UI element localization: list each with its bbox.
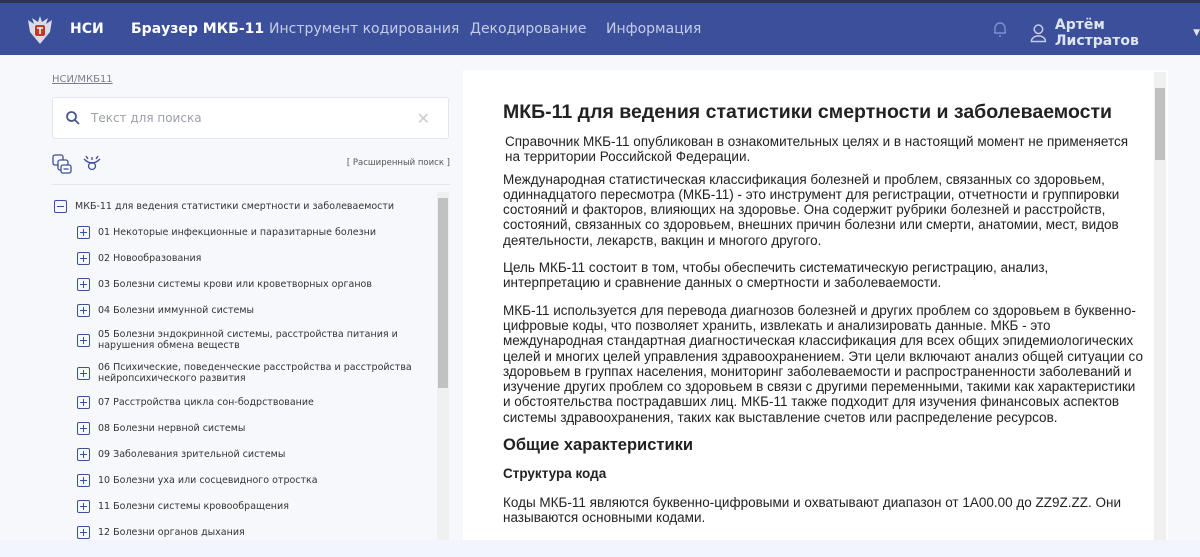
expand-icon[interactable]	[77, 500, 90, 513]
tree-toolbar: [ Расширенный поиск ]	[52, 152, 450, 174]
tree-label: 08 Болезни нервной системы	[98, 423, 246, 434]
nav-decoding[interactable]: Декодирование	[470, 3, 587, 55]
tree-item[interactable]: 05 Болезни эндокринной системы, расстрой…	[77, 329, 417, 351]
search-placeholder: Текст для поиска	[91, 111, 202, 125]
coat-of-arms-logo[interactable]	[26, 14, 54, 46]
tree-item[interactable]: 07 Расстройства цикла сон-бодрствование	[77, 396, 314, 409]
tree-item[interactable]: 09 Заболевания зрительной системы	[77, 448, 285, 461]
search-icon	[66, 111, 80, 125]
tree-label: 02 Новообразования	[98, 253, 202, 264]
tree-label: 10 Болезни уха или сосцевидного отростка	[98, 475, 318, 486]
expand-icon[interactable]	[77, 278, 90, 291]
tree-label: 04 Болезни иммунной системы	[98, 305, 255, 316]
tree-scrollbar[interactable]	[437, 192, 449, 540]
user-menu[interactable]: Артём Листратов ▼	[1030, 17, 1200, 49]
breadcrumb[interactable]: НСИ/МКБ11	[52, 74, 113, 85]
tree-item[interactable]: 12 Болезни органов дыхания	[77, 526, 245, 539]
icd-tree: МКБ-11 для ведения статистики смертности…	[52, 192, 450, 540]
search-input[interactable]: Текст для поиска ✕	[52, 97, 449, 139]
tree-label: 06 Психические, поведенческие расстройст…	[98, 362, 412, 384]
paragraph: Цель МКБ-11 состоит в том, чтобы обеспеч…	[503, 260, 1049, 291]
tree-item[interactable]: 01 Некоторые инфекционные и паразитарные…	[77, 226, 376, 239]
collapse-icon[interactable]	[54, 200, 67, 213]
page-title: МКБ-11 для ведения статистики смертности…	[503, 101, 1112, 123]
bell-icon[interactable]	[990, 19, 1010, 39]
tree-label: 05 Болезни эндокринной системы, расстрой…	[98, 329, 398, 351]
tree-label: 01 Некоторые инфекционные и паразитарные…	[98, 227, 377, 238]
footer	[0, 540, 1200, 557]
expand-icon[interactable]	[77, 366, 90, 380]
divider	[52, 184, 450, 185]
content-panel: МКБ-11 для ведения статистики смертности…	[463, 70, 1168, 540]
tree-label: 12 Болезни органов дыхания	[98, 527, 245, 538]
nav-information[interactable]: Информация	[606, 3, 701, 55]
tree-item[interactable]: 11 Болезни системы кровообращения	[77, 500, 289, 513]
scrollbar-thumb[interactable]	[1155, 88, 1165, 160]
expand-icon[interactable]	[77, 422, 90, 435]
expand-icon[interactable]	[77, 252, 90, 265]
tree-root[interactable]: МКБ-11 для ведения статистики смертности…	[54, 200, 394, 213]
chevron-down-icon: ▼	[1193, 28, 1200, 38]
disclaimer-text: Справочник МКБ-11 опубликован в ознакоми…	[505, 134, 1129, 165]
paragraph: МКБ-11 используется для перевода диагноз…	[503, 302, 1143, 425]
tree-label: 07 Расстройства цикла сон-бодрствование	[98, 397, 314, 408]
top-navbar: НСИ Браузер МКБ-11 Инструмент кодировани…	[0, 3, 1200, 55]
paragraph: Коды МКБ-11 являются буквенно-цифровыми …	[503, 495, 1122, 526]
section-heading: Общие характеристики	[503, 436, 693, 455]
clear-icon[interactable]: ✕	[417, 109, 430, 128]
tree-item[interactable]: 10 Болезни уха или сосцевидного отростка	[77, 474, 318, 487]
tree-label: 11 Болезни системы кровообращения	[98, 501, 289, 512]
collapse-all-icon[interactable]	[52, 154, 72, 174]
tree-label: 03 Болезни системы крови или кроветворны…	[98, 279, 372, 290]
subsection-heading: Структура кода	[503, 466, 607, 482]
tree-label: 09 Заболевания зрительной системы	[98, 449, 286, 460]
expand-icon[interactable]	[77, 474, 90, 487]
expand-icon[interactable]	[77, 526, 90, 539]
expand-icon[interactable]	[77, 333, 90, 347]
scrollbar-thumb[interactable]	[438, 198, 448, 388]
expand-icon[interactable]	[77, 396, 90, 409]
tree-item[interactable]: 02 Новообразования	[77, 252, 201, 265]
tree-item[interactable]: 04 Болезни иммунной системы	[77, 304, 254, 317]
paragraph: Международная статистическая классификац…	[503, 171, 1120, 248]
hide-icon[interactable]	[82, 154, 102, 172]
user-icon	[1030, 24, 1047, 43]
expand-icon[interactable]	[77, 448, 90, 461]
advanced-search-link[interactable]: [ Расширенный поиск ]	[347, 158, 450, 168]
tree-item[interactable]: 08 Болезни нервной системы	[77, 422, 245, 435]
nav-coding-tool[interactable]: Инструмент кодирования	[269, 3, 459, 55]
nav-brand[interactable]: НСИ	[70, 3, 104, 55]
tree-item[interactable]: 03 Болезни системы крови или кроветворны…	[77, 278, 372, 291]
tree-item[interactable]: 06 Психические, поведенческие расстройст…	[77, 362, 417, 384]
expand-icon[interactable]	[77, 226, 90, 239]
nav-icd-browser[interactable]: Браузер МКБ-11	[131, 3, 264, 55]
tree-label: МКБ-11 для ведения статистики смертности…	[75, 201, 395, 212]
content-scrollbar[interactable]	[1154, 72, 1166, 540]
expand-icon[interactable]	[77, 304, 90, 317]
user-name: Артём Листратов	[1054, 17, 1139, 49]
